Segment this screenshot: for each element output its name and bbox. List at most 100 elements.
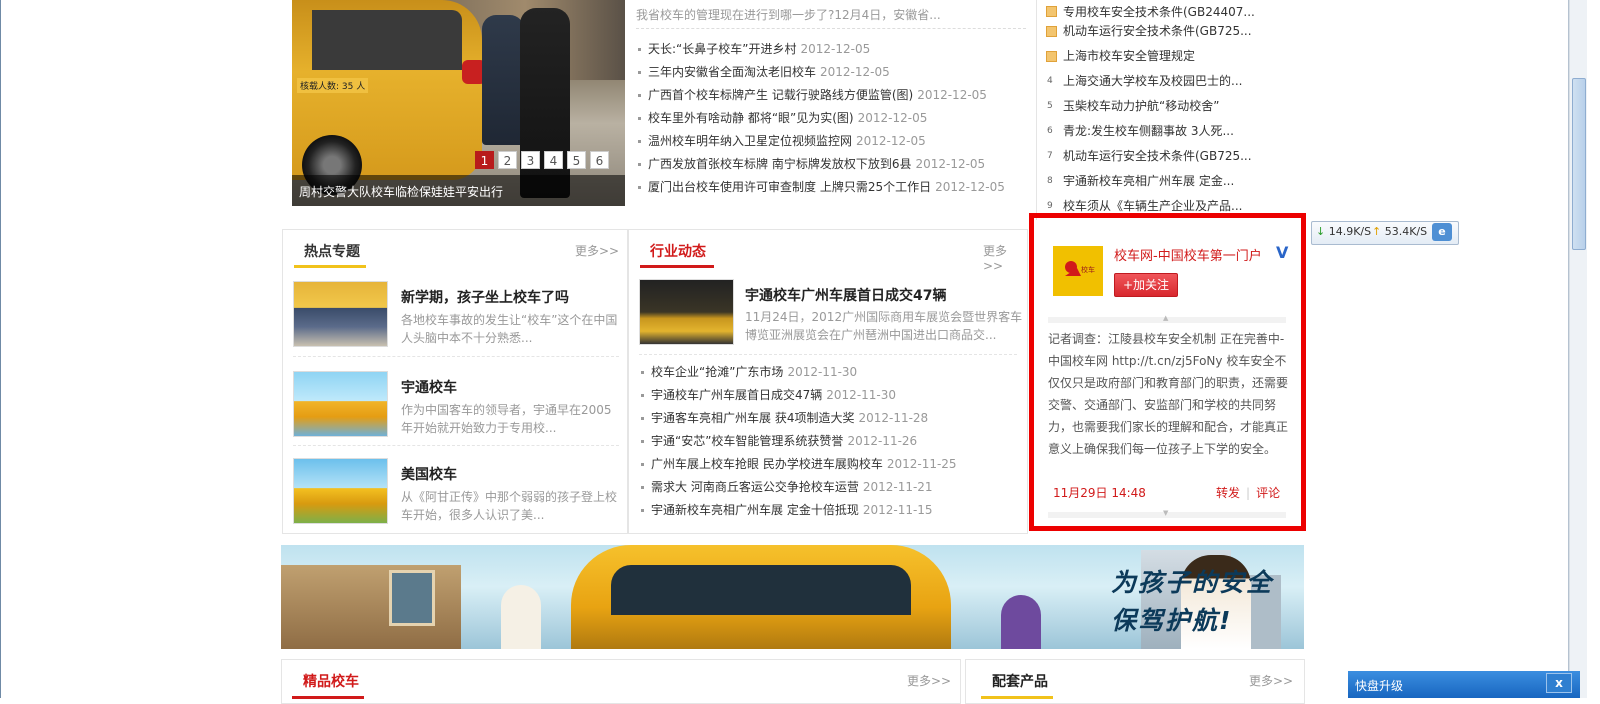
ranking-title[interactable]: 宇通新校车亮相广州车展 定金... — [1063, 174, 1234, 188]
ranking-item[interactable]: 机动车运行安全技术条件(GB725... — [1046, 19, 1301, 44]
news-date: 2012-12-05 — [857, 111, 928, 125]
follow-button[interactable]: +加关注 — [1114, 273, 1178, 297]
accessories-panel: 配套产品 更多>> — [965, 659, 1305, 704]
comment-link[interactable]: 评论 — [1256, 486, 1280, 500]
accessories-title[interactable]: 配套产品 — [992, 671, 1048, 691]
news-item[interactable]: 校车里外有啥动静 都将“眼”见为实(图) 2012-12-05 — [636, 107, 1036, 130]
ranking-title[interactable]: 机动车运行安全技术条件(GB725... — [1063, 149, 1252, 163]
news-title[interactable]: 温州校车明年纳入卫星定位视频监控网 — [648, 134, 852, 148]
news-title[interactable]: 宇通“安芯”校车智能管理系统获赞誉 — [651, 434, 843, 448]
scrollbar-thumb[interactable] — [1572, 78, 1586, 250]
divider — [293, 356, 619, 357]
news-title[interactable]: 广州车展上校车抢眼 民办学校进车展购校车 — [651, 457, 883, 471]
network-speed-widget[interactable]: ↓ 14.9K/S ↑ 53.4K/S e — [1311, 221, 1459, 245]
hot-topic-item[interactable]: 美国校车 从《阿甘正传》中那个弱弱的孩子登上校车开始，很多人认识了美... — [293, 458, 623, 528]
account-name[interactable]: 校车网-中国校车第一门户 — [1114, 245, 1262, 264]
slideshow-page-4[interactable]: 4 — [544, 151, 563, 169]
ranking-item[interactable]: 6 青龙:发生校车侧翻事故 3人死... — [1046, 119, 1301, 144]
news-item[interactable]: 温州校车明年纳入卫星定位视频监控网 2012-12-05 — [636, 130, 1036, 153]
ranking-item[interactable]: 7 机动车运行安全技术条件(GB725... — [1046, 144, 1301, 169]
ranking-title[interactable]: 专用校车安全技术条件(GB24407... — [1063, 6, 1255, 19]
hot-topic-item[interactable]: 宇通校车 作为中国客车的领导者，宇通早在2005年开始就开始致力于专用校... — [293, 371, 623, 441]
ranking-title[interactable]: 上海交通大学校车及校园巴士的... — [1063, 74, 1242, 88]
hot-topics-title[interactable]: 热点专题 — [304, 244, 360, 260]
slideshow-page-1[interactable]: 1 — [475, 151, 494, 169]
ranking-title[interactable]: 青龙:发生校车侧翻事故 3人死... — [1063, 124, 1234, 138]
news-item[interactable]: 广州车展上校车抢眼 民办学校进车展购校车 2012-11-25 — [639, 453, 1024, 476]
ranking-item[interactable]: 专用校车安全技术条件(GB24407... — [1046, 6, 1301, 19]
ranking-title[interactable]: 上海市校车安全管理规定 — [1063, 49, 1195, 63]
hot-topics-more-link[interactable]: 更多>> — [575, 242, 619, 259]
news-date: 2012-12-05 — [915, 157, 986, 171]
news-item[interactable]: 广西发放首张校车标牌 南宁标牌发放权下放到6县 2012-12-05 — [636, 153, 1036, 176]
news-title[interactable]: 需求大 河南商丘客运公交争抢校车运营 — [651, 480, 859, 494]
rank-number: 5 — [1047, 101, 1053, 111]
news-item[interactable]: 宇通校车广州车展首日成交47辆 2012-11-30 — [639, 384, 1024, 407]
industry-news-more-link[interactable]: 更多>> — [983, 242, 1027, 273]
slideshow-page-5[interactable]: 5 — [567, 151, 586, 169]
slideshow-caption-text[interactable]: 周村交警大队校车临检保娃娃平安出行 — [299, 183, 503, 200]
news-title[interactable]: 广西发放首张校车标牌 南宁标牌发放权下放到6县 — [648, 157, 911, 171]
page-scrollbar[interactable] — [1569, 0, 1587, 698]
rank-number: 6 — [1047, 126, 1053, 136]
news-item[interactable]: 校车企业“抢滩”广东市场 2012-11-30 — [639, 361, 1024, 384]
news-date: 2012-11-30 — [787, 365, 858, 379]
ranking-item[interactable]: 8 宇通新校车亮相广州车展 定金... — [1046, 169, 1301, 194]
ranking-item[interactable]: 5 玉柴校车动力护航“移动校舍” — [1046, 94, 1301, 119]
thumbnail-image[interactable] — [293, 458, 388, 524]
account-avatar[interactable]: 校车网 — [1053, 246, 1103, 296]
news-title[interactable]: 校车企业“抢滩”广东市场 — [651, 365, 783, 379]
hot-topic-title[interactable]: 宇通校车 — [401, 377, 457, 397]
news-title[interactable]: 厦门出台校车使用许可审查制度 上牌只需25个工作日 — [648, 180, 931, 194]
close-icon[interactable]: x — [1546, 673, 1572, 693]
ranking-title[interactable]: 机动车运行安全技术条件(GB725... — [1063, 24, 1252, 38]
news-item[interactable]: 宇通“安芯”校车智能管理系统获赞誉 2012-11-26 — [639, 430, 1024, 453]
news-item[interactable]: 厦门出台校车使用许可审查制度 上牌只需25个工作日 2012-12-05 — [636, 176, 1036, 199]
slideshow-page-6[interactable]: 6 — [590, 151, 609, 169]
news-title[interactable]: 广西首个校车标牌产生 记载行驶路线方便监管(图) — [648, 88, 913, 102]
thumbnail-image[interactable] — [639, 279, 734, 345]
ranking-title[interactable]: 玉柴校车动力护航“移动校舍” — [1063, 99, 1219, 113]
featured-buses-title[interactable]: 精品校车 — [303, 671, 359, 691]
news-item[interactable]: 宇通新校车亮相广州车展 定金十倍抵现 2012-11-15 — [639, 499, 1024, 522]
news-title[interactable]: 宇通校车广州车展首日成交47辆 — [651, 388, 822, 402]
slideshow-caption[interactable]: 周村交警大队校车临检保娃娃平安出行 — [292, 175, 625, 206]
accessories-more-link[interactable]: 更多>> — [1249, 672, 1293, 689]
ranking-item[interactable]: 4 上海交通大学校车及校园巴士的... — [1046, 69, 1301, 94]
scroll-down-bar[interactable]: ▼ — [1048, 509, 1286, 518]
rank-number: 7 — [1047, 151, 1053, 161]
news-item[interactable]: 三年内安徽省全面淘汰老旧校车 2012-12-05 — [636, 61, 1036, 84]
industry-headline[interactable]: 宇通校车广州车展首日成交47辆 — [745, 285, 946, 305]
industry-news-title[interactable]: 行业动态 — [650, 244, 706, 260]
slideshow-page-2[interactable]: 2 — [498, 151, 517, 169]
news-title[interactable]: 天长:“长鼻子校车”开进乡村 — [648, 42, 796, 56]
slideshow-page-3[interactable]: 3 — [521, 151, 540, 169]
rank-badge-icon — [1046, 6, 1057, 17]
post-time[interactable]: 11月29日 14:48 — [1053, 484, 1146, 501]
news-date: 2012-11-25 — [886, 457, 957, 471]
news-date: 2012-12-05 — [820, 65, 890, 79]
news-date: 2012-12-05 — [856, 134, 926, 148]
scroll-up-bar[interactable]: ▲ — [1048, 314, 1286, 323]
news-item[interactable]: 天长:“长鼻子校车”开进乡村 2012-12-05 — [636, 38, 1036, 61]
logo-text: 校车网 — [1081, 265, 1095, 274]
hot-topic-title[interactable]: 美国校车 — [401, 464, 457, 484]
ranking-item[interactable]: 上海市校车安全管理规定 — [1046, 44, 1301, 69]
hot-topic-item[interactable]: 新学期，孩子坐上校车了吗 各地校车事故的发生让“校车”这个在中国人头脑中本不十分… — [293, 281, 623, 351]
news-title[interactable]: 宇通客车亮相广州车展 获4项制造大奖 — [651, 411, 854, 425]
featured-buses-more-link[interactable]: 更多>> — [907, 672, 951, 689]
news-title[interactable]: 宇通新校车亮相广州车展 定金十倍抵现 — [651, 503, 859, 517]
hot-topic-title[interactable]: 新学期，孩子坐上校车了吗 — [401, 287, 569, 307]
thumbnail-image[interactable] — [293, 281, 388, 347]
news-item[interactable]: 宇通客车亮相广州车展 获4项制造大奖 2012-11-28 — [639, 407, 1024, 430]
news-item[interactable]: 广西首个校车标牌产生 记载行驶路线方便监管(图) 2012-12-05 — [636, 84, 1036, 107]
browser-icon[interactable]: e — [1432, 223, 1452, 241]
news-title[interactable]: 三年内安徽省全面淘汰老旧校车 — [648, 65, 816, 79]
repost-link[interactable]: 转发 — [1216, 486, 1240, 500]
update-notification[interactable]: 快盘升级 x — [1348, 671, 1580, 698]
promo-banner[interactable]: 为孩子的安全 保驾护航! — [281, 545, 1304, 649]
ranking-title[interactable]: 校车须从《车辆生产企业及产品... — [1063, 199, 1242, 213]
news-title[interactable]: 校车里外有啥动静 都将“眼”见为实(图) — [648, 111, 854, 125]
thumbnail-image[interactable] — [293, 371, 388, 437]
news-item[interactable]: 需求大 河南商丘客运公交争抢校车运营 2012-11-21 — [639, 476, 1024, 499]
